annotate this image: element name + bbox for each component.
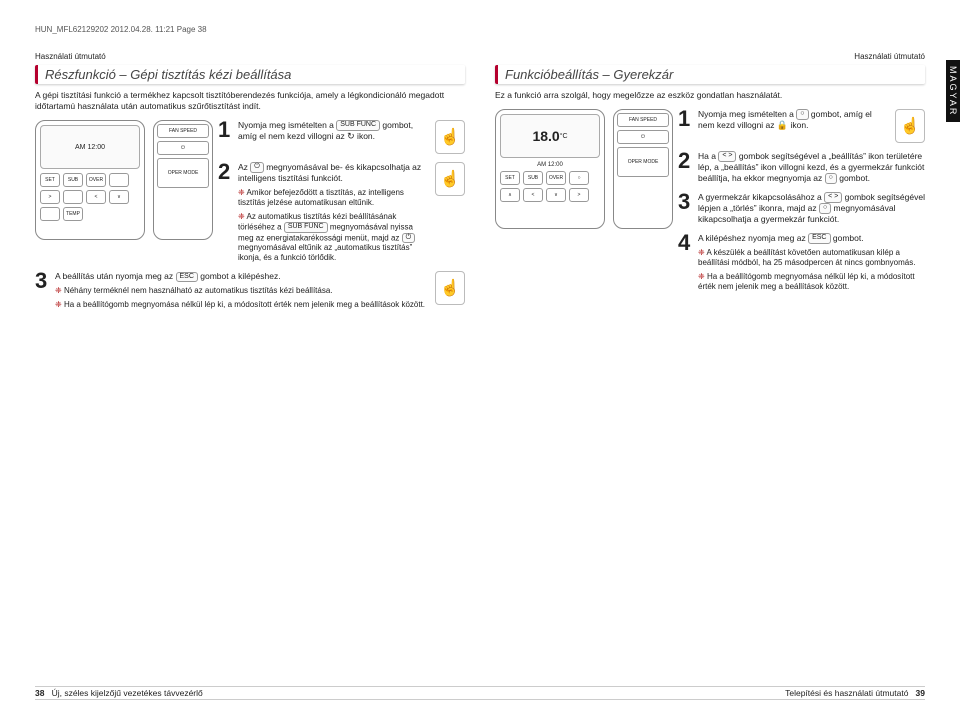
text: megnyomásával be- és kikapcsolhatja az i… (238, 162, 421, 183)
remote-controller-left: AM 12:00 SET SUB OVER > < ∨ TEMP (35, 120, 145, 240)
language-tab: MAGYAR (946, 60, 960, 122)
step-number: 4 (678, 233, 692, 253)
page-header-meta: HUN_MFL62129202 2012.04.28. 11:21 Page 3… (35, 25, 925, 34)
page-number-right: 39 (916, 688, 925, 698)
circle-button-icon: ○ (796, 109, 808, 120)
remote-btn: > (40, 190, 60, 204)
step-text: Nyomja meg ismételten a ○ gombot, amíg e… (698, 109, 889, 132)
remote-btn: ∨ (109, 190, 129, 204)
remote-btn (40, 207, 60, 221)
remote-btn-power: ⏻ (617, 130, 669, 144)
footer-right: Telepítési és használati útmutató 39 (785, 688, 925, 698)
remote-btn-power: ⏻ (157, 141, 209, 155)
remote-btn: < (523, 188, 543, 202)
power-button-icon: ⏻ (402, 233, 416, 244)
remote-btn: SET (40, 173, 60, 187)
text: Nyomja meg ismételten a (238, 120, 336, 130)
text: megnyomásával eltűnik az „automatikus ti… (238, 243, 412, 262)
remote-btn-fan: FAN SPEED (157, 124, 209, 138)
remote-btn: OVER (86, 173, 106, 187)
circle-button-icon: ○ (825, 173, 837, 184)
step-number: 3 (35, 271, 49, 291)
display-unit: °C (560, 133, 568, 140)
remote-door: OPER MODE (157, 158, 209, 188)
remote-btn: SUB (63, 173, 83, 187)
display-clock: AM 12:00 (500, 162, 600, 168)
note-text: Ha a beállítógomb megnyomása nélkül lép … (55, 300, 429, 310)
text: A gyermekzár kikapcsolásához a (698, 192, 824, 202)
remote-btn: OVER (546, 171, 566, 185)
remote-btn: > (569, 188, 589, 202)
header-left: Használati útmutató (35, 52, 106, 61)
step-number: 3 (678, 192, 692, 212)
text: gombot a kilépéshez. (198, 271, 281, 281)
step-text: Nyomja meg ismételten a SUB FUNC gombot,… (238, 120, 429, 143)
note-text: Ha a beállítógomb megnyomása nélkül lép … (698, 272, 925, 292)
step-text: Az ⏻ megnyomásával be- és kikapcsolhatja… (238, 162, 429, 263)
step-number: 2 (678, 151, 692, 171)
sub-func-button-icon: SUB FUNC (336, 120, 380, 131)
display-temp: 18.0 (532, 128, 559, 144)
arrow-buttons-icon: < > (824, 192, 842, 203)
intro-left: A gépi tisztítási funkció a termékhez ka… (35, 90, 465, 112)
intro-right: Ez a funkció arra szolgál, hogy megelőzz… (495, 90, 925, 101)
remote-controller-aux: FAN SPEED ⏻ OPER MODE (153, 120, 213, 240)
press-hand-icon: ☝ (435, 120, 465, 154)
remote-btn: TEMP (63, 207, 83, 221)
text: ikon. (355, 131, 375, 141)
section-title-right: Funkcióbeállítás – Gyerekzár (495, 65, 925, 84)
text: Nyomja meg ismételten a (698, 109, 796, 119)
text: Az (238, 162, 250, 172)
note-text: Néhány terméknél nem használható az auto… (55, 286, 429, 296)
step-number: 2 (218, 162, 232, 182)
remote-btn: < (86, 190, 106, 204)
note-text: Az automatikus tisztítás kézi beállításá… (238, 212, 429, 264)
text: gombot. (837, 173, 870, 183)
remote-door: OPER MODE (617, 147, 669, 177)
arrow-buttons-icon: < > (718, 151, 736, 162)
text: Ha a (698, 151, 718, 161)
remote-controller-right: 18.0 °C AM 12:00 SET SUB OVER ○ ∧ < ∨ > (495, 109, 605, 229)
remote-btn-fan: FAN SPEED (617, 113, 669, 127)
footer-left: 38 Új, széles kijelzőjű vezetékes távvez… (35, 688, 203, 698)
footer-right-text: Telepítési és használati útmutató (785, 688, 908, 698)
circle-button-icon: ○ (819, 203, 831, 214)
remote-btn: ∧ (500, 188, 520, 202)
press-hand-icon: ☝ (435, 271, 465, 305)
footer-left-text: Új, széles kijelzőjű vezetékes távvezérl… (52, 688, 203, 698)
step-text: A gyermekzár kikapcsolásához a < > gombo… (698, 192, 925, 225)
step-text: A kilépéshez nyomja meg az ESC gombot. A… (698, 233, 925, 292)
sub-func-button-icon: SUB FUNC (284, 222, 328, 233)
press-hand-icon: ☝ (895, 109, 925, 143)
note-text: A készülék a beállítást követően automat… (698, 248, 925, 268)
note-text: Amikor befejeződött a tisztítás, az inte… (238, 188, 429, 208)
page-number-left: 38 (35, 688, 44, 698)
remote-controller-aux-right: FAN SPEED ⏻ OPER MODE (613, 109, 673, 229)
remote-btn (63, 190, 83, 204)
text: gombot. (831, 233, 864, 243)
esc-button-icon: ESC (176, 272, 198, 283)
section-title-left: Részfunkció – Gépi tisztítás kézi beállí… (35, 65, 465, 84)
step-text: Ha a < > gombok segítségével a „beállítá… (698, 151, 925, 184)
lock-icon: 🔒 (777, 120, 788, 131)
press-hand-icon: ☝ (435, 162, 465, 196)
step-number: 1 (678, 109, 692, 129)
text: ikon. (788, 120, 808, 130)
step-text: A beállítás után nyomja meg az ESC gombo… (55, 271, 429, 310)
text: A beállítás után nyomja meg az (55, 271, 176, 281)
remote-screen: AM 12:00 (40, 125, 140, 169)
remote-btn (109, 173, 129, 187)
step-number: 1 (218, 120, 232, 140)
power-button-icon: ⏻ (250, 162, 264, 173)
remote-btn: SUB (523, 171, 543, 185)
remote-screen: 18.0 °C (500, 114, 600, 158)
header-right: Használati útmutató (854, 52, 925, 61)
esc-button-icon: ESC (808, 233, 830, 244)
refresh-icon: ↻ (347, 131, 355, 142)
text: A kilépéshez nyomja meg az (698, 233, 808, 243)
remote-btn: SET (500, 171, 520, 185)
remote-btn: ∨ (546, 188, 566, 202)
remote-btn: ○ (569, 171, 589, 185)
